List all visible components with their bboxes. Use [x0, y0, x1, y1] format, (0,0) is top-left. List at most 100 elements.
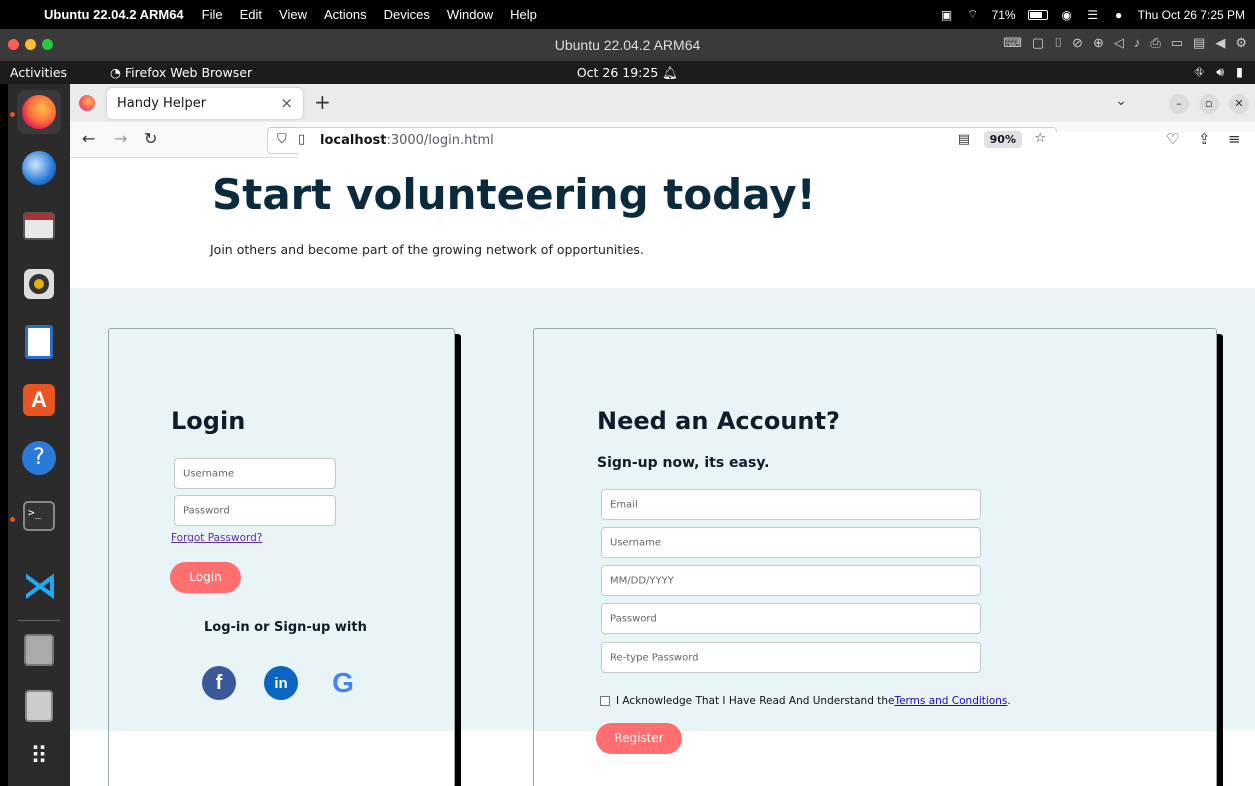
terms-link[interactable]: Terms and Conditions	[894, 695, 1007, 707]
new-tab-button[interactable]: +	[314, 90, 331, 114]
notification-bell-icon: 🔔︎	[662, 65, 679, 80]
files-icon[interactable]	[17, 204, 61, 248]
forward-icon[interactable]: →	[114, 129, 127, 148]
battery-icon[interactable]	[1027, 9, 1048, 20]
rhythmbox-icon[interactable]	[17, 262, 61, 306]
bookmark-star-icon[interactable]: ☆	[1034, 131, 1046, 146]
reader-view-icon[interactable]: ▤	[958, 132, 970, 147]
ubuntu-clock[interactable]: Oct 26 19:25 🔔︎	[0, 65, 1255, 81]
tab-handy-helper[interactable]: Handy Helper ×	[107, 88, 303, 119]
settings-gear-icon[interactable]: ⚙	[1235, 35, 1247, 51]
tab-strip: Handy Helper × + ⌄ – ▫ ✕	[70, 84, 1255, 122]
app-center-icon[interactable]: A	[17, 378, 61, 422]
url-text[interactable]: localhost:3000/login.html	[320, 133, 494, 148]
signup-username-input[interactable]: Username	[601, 527, 981, 558]
speaker-icon[interactable]: ◁	[1114, 35, 1124, 51]
retype-password-placeholder: Re-type Password	[610, 652, 699, 663]
ubuntu-top-bar: Activities ◔ Firefox Web Browser Oct 26 …	[0, 61, 1255, 84]
keyboard-icon[interactable]: ⌨	[1003, 35, 1022, 51]
share-icon[interactable]: ⇪	[1198, 130, 1211, 148]
usb-icon[interactable]: ⌷	[1054, 35, 1062, 51]
google-icon[interactable]: G	[326, 666, 360, 700]
network-wired-icon[interactable]: ⛗	[1194, 64, 1204, 80]
camera-off-icon[interactable]: ⊘	[1072, 35, 1083, 51]
hero-title: Start volunteering today!	[212, 170, 816, 219]
zoom-level[interactable]: 90%	[983, 131, 1022, 148]
pocket-icon[interactable]: ♡	[1166, 130, 1179, 148]
login-title: Login	[171, 407, 246, 435]
shared-folder-icon[interactable]: ▤	[1193, 35, 1205, 51]
help-icon[interactable]: ?	[17, 436, 61, 480]
url-host: localhost	[320, 133, 387, 148]
linkedin-icon[interactable]: in	[264, 666, 298, 700]
show-apps-icon[interactable]: ⠿	[17, 734, 61, 778]
close-button[interactable]: ✕	[1229, 94, 1249, 114]
password-input[interactable]: Password	[174, 495, 336, 526]
back-arrow-icon[interactable]: ◀	[1215, 35, 1225, 51]
username-input[interactable]: Username	[174, 458, 336, 489]
restore-button[interactable]: ▫	[1199, 94, 1219, 114]
terms-checkbox[interactable]	[600, 696, 610, 706]
user-icon[interactable]: ◉	[1060, 8, 1074, 22]
email-placeholder: Email	[610, 499, 638, 510]
menu-file[interactable]: File	[202, 7, 223, 22]
reload-icon[interactable]: ↻	[144, 129, 157, 148]
terminal-icon[interactable]: >_	[17, 494, 61, 538]
menu-hamburger-icon[interactable]: ≡	[1228, 130, 1241, 148]
siri-icon[interactable]: ●	[1112, 8, 1126, 22]
menu-devices[interactable]: Devices	[384, 7, 430, 22]
back-icon[interactable]: ←	[82, 129, 95, 148]
forgot-password-link[interactable]: Forgot Password?	[171, 532, 262, 544]
battery-percent: 71%	[991, 7, 1016, 22]
close-tab-icon[interactable]: ×	[280, 94, 293, 112]
list-tabs-chevron-icon[interactable]: ⌄	[1115, 93, 1127, 109]
libreoffice-writer-icon[interactable]	[17, 320, 61, 364]
printer-icon[interactable]: ⎙	[1150, 35, 1160, 51]
tracking-shield-icon[interactable]: ⛉	[277, 132, 287, 147]
nav-bar: ← → ↻ ⛉ ▯ localhost:3000/login.html ▤ 90…	[70, 122, 1255, 760]
login-button[interactable]: Login	[170, 562, 241, 593]
menu-view[interactable]: View	[279, 7, 307, 22]
date-of-birth-input[interactable]: MM/DD/YYYY	[601, 565, 981, 596]
camera-icon[interactable]: ▭	[1171, 35, 1183, 51]
vm-window-titlebar: Ubuntu 22.04.2 ARM64 ⌨ ▢ ⌷ ⊘ ⊕ ◁ ♪ ⎙ ▭ ▤…	[0, 29, 1255, 61]
menubar-datetime[interactable]: Thu Oct 26 7:25 PM	[1138, 8, 1245, 22]
terms-row: I Acknowledge That I Have Read And Under…	[600, 695, 1011, 707]
menu-edit[interactable]: Edit	[240, 7, 262, 22]
clock-text: Oct 26 19:25	[576, 65, 659, 80]
firefox-view-icon[interactable]	[79, 95, 95, 111]
menu-help[interactable]: Help	[510, 7, 537, 22]
firefox-icon[interactable]	[17, 90, 61, 134]
card-bottom-fill	[109, 731, 454, 786]
network-icon[interactable]: ⊕	[1093, 35, 1104, 51]
volume-icon[interactable]: 🔊︎	[1216, 64, 1224, 80]
register-button[interactable]: Register	[596, 723, 682, 754]
cpu-icon[interactable]: ▢	[1032, 35, 1044, 51]
dock-separator	[18, 620, 60, 621]
signup-password-input[interactable]: Password	[601, 603, 981, 634]
signup-title: Need an Account?	[597, 407, 840, 435]
vscode-icon[interactable]: ⋊	[17, 564, 61, 608]
menu-window[interactable]: Window	[447, 7, 493, 22]
tab-title: Handy Helper	[117, 96, 207, 111]
username-placeholder: Username	[183, 468, 234, 479]
hero-subtitle: Join others and become part of the growi…	[210, 242, 644, 257]
wifi-icon[interactable]: ⌔	[966, 7, 980, 22]
thunderbird-icon[interactable]	[17, 146, 61, 190]
facebook-icon[interactable]: f	[202, 666, 236, 700]
running-indicator	[10, 112, 15, 117]
retype-password-input[interactable]: Re-type Password	[601, 642, 981, 673]
control-center-icon[interactable]: ☰	[1086, 8, 1100, 22]
email-input[interactable]: Email	[601, 489, 981, 520]
menu-actions[interactable]: Actions	[324, 7, 367, 22]
url-bar[interactable]: ⛉ ▯ localhost:3000/login.html ▤ 90% ☆	[267, 127, 1255, 760]
password-placeholder: Password	[183, 505, 230, 516]
drive-icon[interactable]	[17, 628, 61, 672]
microphone-icon[interactable]: ♪	[1134, 35, 1141, 51]
battery-system-icon[interactable]: ▮	[1236, 64, 1243, 80]
trash-icon[interactable]	[17, 684, 61, 728]
minimize-button[interactable]: –	[1169, 94, 1189, 114]
screen-mirror-icon[interactable]: ▣	[940, 8, 954, 22]
signup-password-placeholder: Password	[610, 613, 657, 624]
menubar-app-name[interactable]: Ubuntu 22.04.2 ARM64	[44, 7, 184, 22]
